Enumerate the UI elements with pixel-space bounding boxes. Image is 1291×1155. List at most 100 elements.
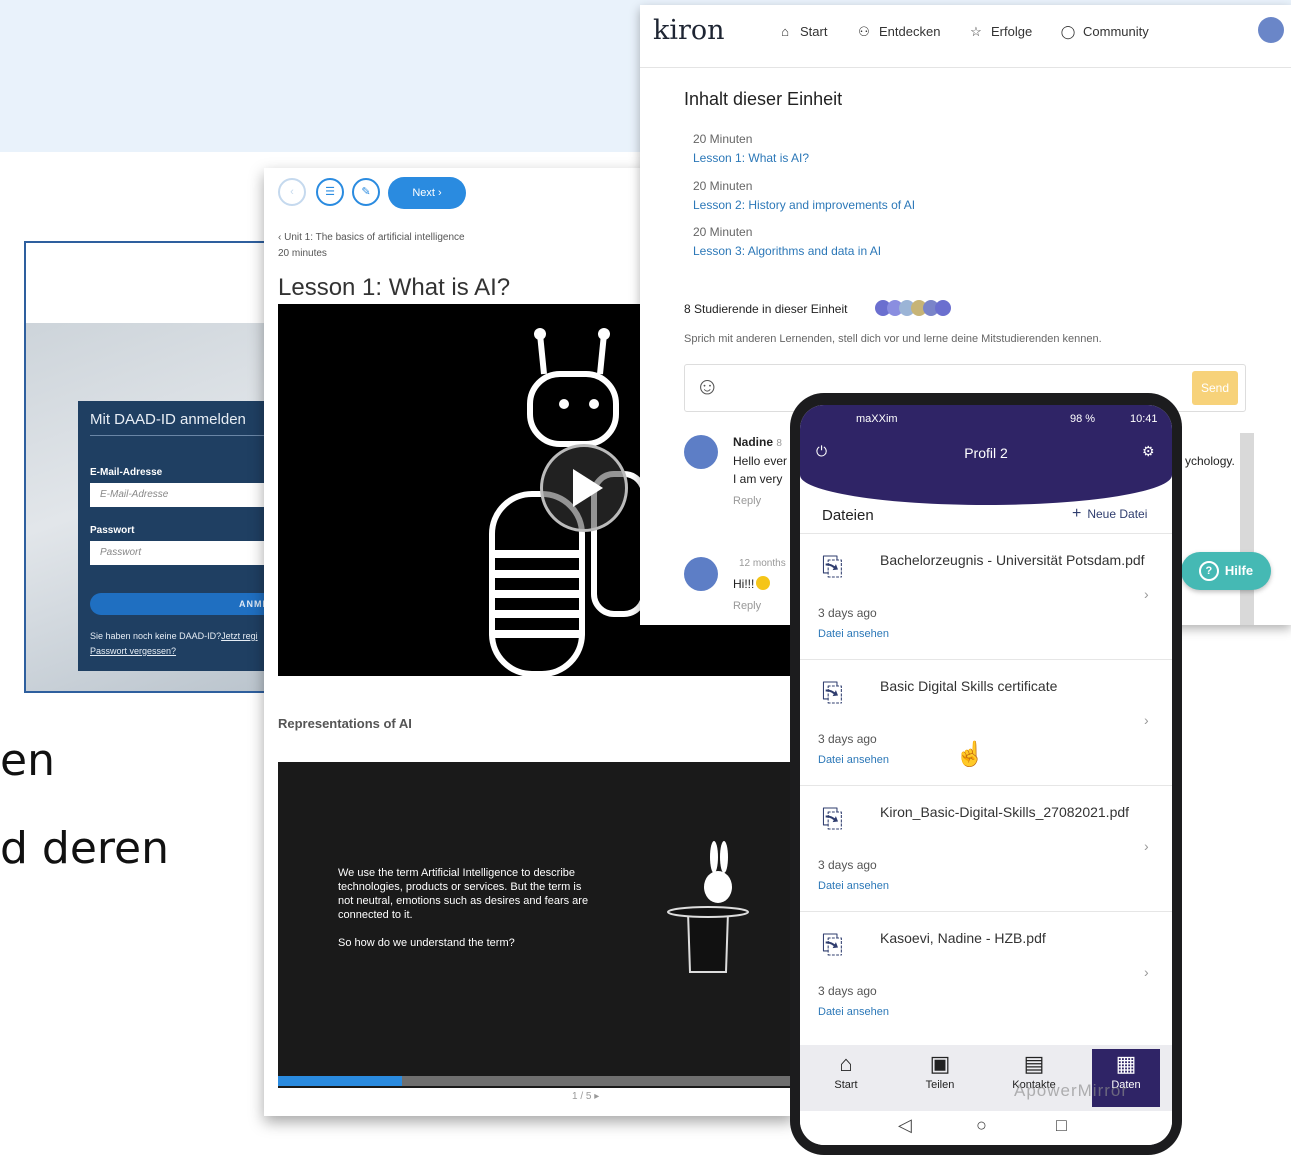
- next-button[interactable]: Next ›: [388, 177, 466, 209]
- comment-text-1: Hello ever: [733, 454, 788, 468]
- file-item[interactable]: ⎘ Bachelorzeugnis - Universität Potsdam.…: [800, 533, 1172, 660]
- unit-breadcrumb[interactable]: ‹ Unit 1: The basics of artificial intel…: [278, 232, 465, 243]
- status-carrier: maXXim: [856, 413, 898, 425]
- slide-question: So how do we understand the term?: [338, 937, 515, 949]
- kiron-navbar: kiron ⌂ Start ⚇ Entdecken ☆ Erfolge ◯ Commun…: [640, 5, 1291, 68]
- password-label: Passwort: [90, 525, 135, 536]
- no-account-text: Sie haben noch keine DAAD-ID?Jetzt regi: [90, 631, 258, 641]
- new-file-label: Neue Datei: [1087, 507, 1148, 521]
- recent-apps-icon[interactable]: □: [1056, 1115, 1067, 1136]
- students-count: 8 Studierende in dieser Einheit: [684, 302, 848, 316]
- pdf-icon: ⎘: [822, 929, 843, 959]
- binoculars-icon: ⚇: [858, 24, 870, 39]
- nav-community-label: Community: [1083, 24, 1149, 39]
- notes-icon[interactable]: ✎: [352, 178, 380, 206]
- view-file-link[interactable]: Datei ansehen: [818, 628, 889, 640]
- file-name: Basic Digital Skills certificate: [880, 678, 1058, 694]
- email-input[interactable]: E-Mail-Adresse: [90, 483, 282, 507]
- chevron-right-icon: ›: [1144, 586, 1149, 602]
- password-input[interactable]: Passwort: [90, 541, 282, 565]
- contacts-icon: ▤: [1023, 1051, 1045, 1076]
- phone-mirror: maXXim 98 % 10:41 ⏻ Profil 2 ⚙ Dateien +…: [790, 393, 1182, 1155]
- view-file-link[interactable]: Datei ansehen: [818, 880, 889, 892]
- smiley-icon: [756, 576, 771, 590]
- file-date: 3 days ago: [818, 984, 877, 998]
- menu-icon[interactable]: ☰: [316, 178, 344, 206]
- register-link[interactable]: Jetzt regi: [221, 631, 258, 641]
- user-avatar[interactable]: [1258, 17, 1284, 43]
- kiron-logo[interactable]: kiron: [653, 15, 725, 46]
- slide-text-partial-1: en: [0, 735, 55, 786]
- forgot-password-link[interactable]: Passwort vergessen?: [90, 646, 176, 656]
- tab-start-label: Start: [834, 1079, 858, 1091]
- reply-link[interactable]: Reply: [733, 495, 761, 507]
- apowermirror-watermark: ApowerMirror: [1014, 1081, 1129, 1100]
- slide-progress-bar[interactable]: [278, 1076, 794, 1086]
- pdf-icon: ⎘: [822, 803, 843, 833]
- comment-time: 8: [776, 438, 782, 449]
- view-file-link[interactable]: Datei ansehen: [818, 754, 889, 766]
- tab-teilen[interactable]: ▣ Teilen: [906, 1049, 974, 1107]
- slide-paragraph: We use the term Artificial Intelligence …: [338, 867, 589, 921]
- play-icon: [573, 469, 603, 507]
- previous-button[interactable]: ‹: [278, 178, 306, 206]
- pdf-icon: ⎘: [822, 677, 843, 707]
- nav-erfolge[interactable]: ☆ Erfolge: [967, 24, 1032, 40]
- view-file-link[interactable]: Datei ansehen: [818, 1006, 889, 1018]
- settings-icon[interactable]: ⚙: [1142, 443, 1155, 460]
- file-name: Kiron_Basic-Digital-Skills_27082021.pdf: [880, 804, 1130, 820]
- nav-start-label: Start: [800, 24, 828, 39]
- help-button[interactable]: ? Hilfe: [1181, 552, 1271, 590]
- slide-progress-fill: [278, 1076, 402, 1086]
- home-icon: ⌂: [781, 24, 789, 39]
- daad-login-form: Mit DAAD-ID anmelden E-Mail-Adresse E-Ma…: [78, 401, 282, 671]
- chevron-right-icon: ›: [1144, 964, 1149, 980]
- file-name: Bachelorzeugnis - Universität Potsdam.pd…: [880, 552, 1145, 568]
- lesson-2-duration: 20 Minuten: [693, 179, 753, 193]
- files-heading: Dateien: [822, 507, 874, 524]
- back-icon[interactable]: ◁: [898, 1115, 912, 1136]
- emoji-icon[interactable]: ☺: [695, 373, 720, 401]
- file-item[interactable]: ⎘ Basic Digital Skills certificate 3 day…: [800, 659, 1172, 786]
- unit-content-title: Inhalt dieser Einheit: [684, 89, 843, 109]
- slide-viewer[interactable]: We use the term Artificial Intelligence …: [278, 762, 794, 1088]
- tab-teilen-label: Teilen: [925, 1079, 955, 1091]
- status-battery: 98 %: [1070, 413, 1096, 425]
- file-name: Kasoevi, Nadine - HZB.pdf: [880, 930, 1046, 946]
- play-button[interactable]: [540, 444, 628, 532]
- comments-scrollbar[interactable]: [1240, 433, 1254, 625]
- new-file-button[interactable]: + Neue Datei: [1072, 505, 1147, 523]
- slide-text: We use the term Artificial Intelligence …: [338, 866, 594, 950]
- send-button[interactable]: Send: [1192, 371, 1238, 405]
- nav-entdecken[interactable]: ⚇ Entdecken: [855, 24, 940, 40]
- android-nav-bar: ◁ ○ □: [800, 1111, 1172, 1145]
- nav-start[interactable]: ⌂ Start: [776, 24, 827, 39]
- status-time: 10:41: [1130, 413, 1158, 425]
- tab-start[interactable]: ⌂ Start: [812, 1049, 880, 1107]
- file-date: 3 days ago: [818, 606, 877, 620]
- phone-screen: maXXim 98 % 10:41 ⏻ Profil 2 ⚙ Dateien +…: [800, 405, 1172, 1145]
- no-account-label: Sie haben noch keine DAAD-ID?: [90, 631, 222, 641]
- file-item[interactable]: ⎘ Kiron_Basic-Digital-Skills_27082021.pd…: [800, 785, 1172, 912]
- comment-author-name: Nadine: [733, 435, 774, 449]
- comment-avatar: [684, 435, 718, 469]
- slide-text-partial-2: d deren: [0, 823, 169, 874]
- rabbit-hat-icon: [667, 841, 749, 973]
- section-heading: Representations of AI: [278, 716, 412, 731]
- lesson-title: Lesson 1: What is AI?: [278, 274, 511, 301]
- home-circle-icon[interactable]: ○: [976, 1115, 987, 1136]
- pdf-icon: ⎘: [822, 551, 843, 581]
- student-avatars[interactable]: [874, 299, 960, 317]
- comment-avatar: [684, 557, 718, 591]
- daad-login-window: Mit DAAD-ID anmelden E-Mail-Adresse E-Ma…: [24, 241, 284, 693]
- hand-pointer-icon: ☝: [955, 741, 985, 768]
- chat-bubble-icon: ◯: [1060, 24, 1076, 39]
- lesson-1-link[interactable]: Lesson 1: What is AI?: [693, 151, 809, 165]
- lesson-2-link[interactable]: Lesson 2: History and improvements of AI: [693, 198, 915, 212]
- nav-community[interactable]: ◯ Community: [1059, 24, 1149, 40]
- lesson-3-link[interactable]: Lesson 3: Algorithms and data in AI: [693, 244, 881, 258]
- file-item[interactable]: ⎘ Kasoevi, Nadine - HZB.pdf 3 days ago D…: [800, 911, 1172, 1038]
- login-button[interactable]: ANMEL: [90, 593, 282, 615]
- help-icon: ?: [1198, 561, 1219, 581]
- reply-link[interactable]: Reply: [733, 600, 761, 612]
